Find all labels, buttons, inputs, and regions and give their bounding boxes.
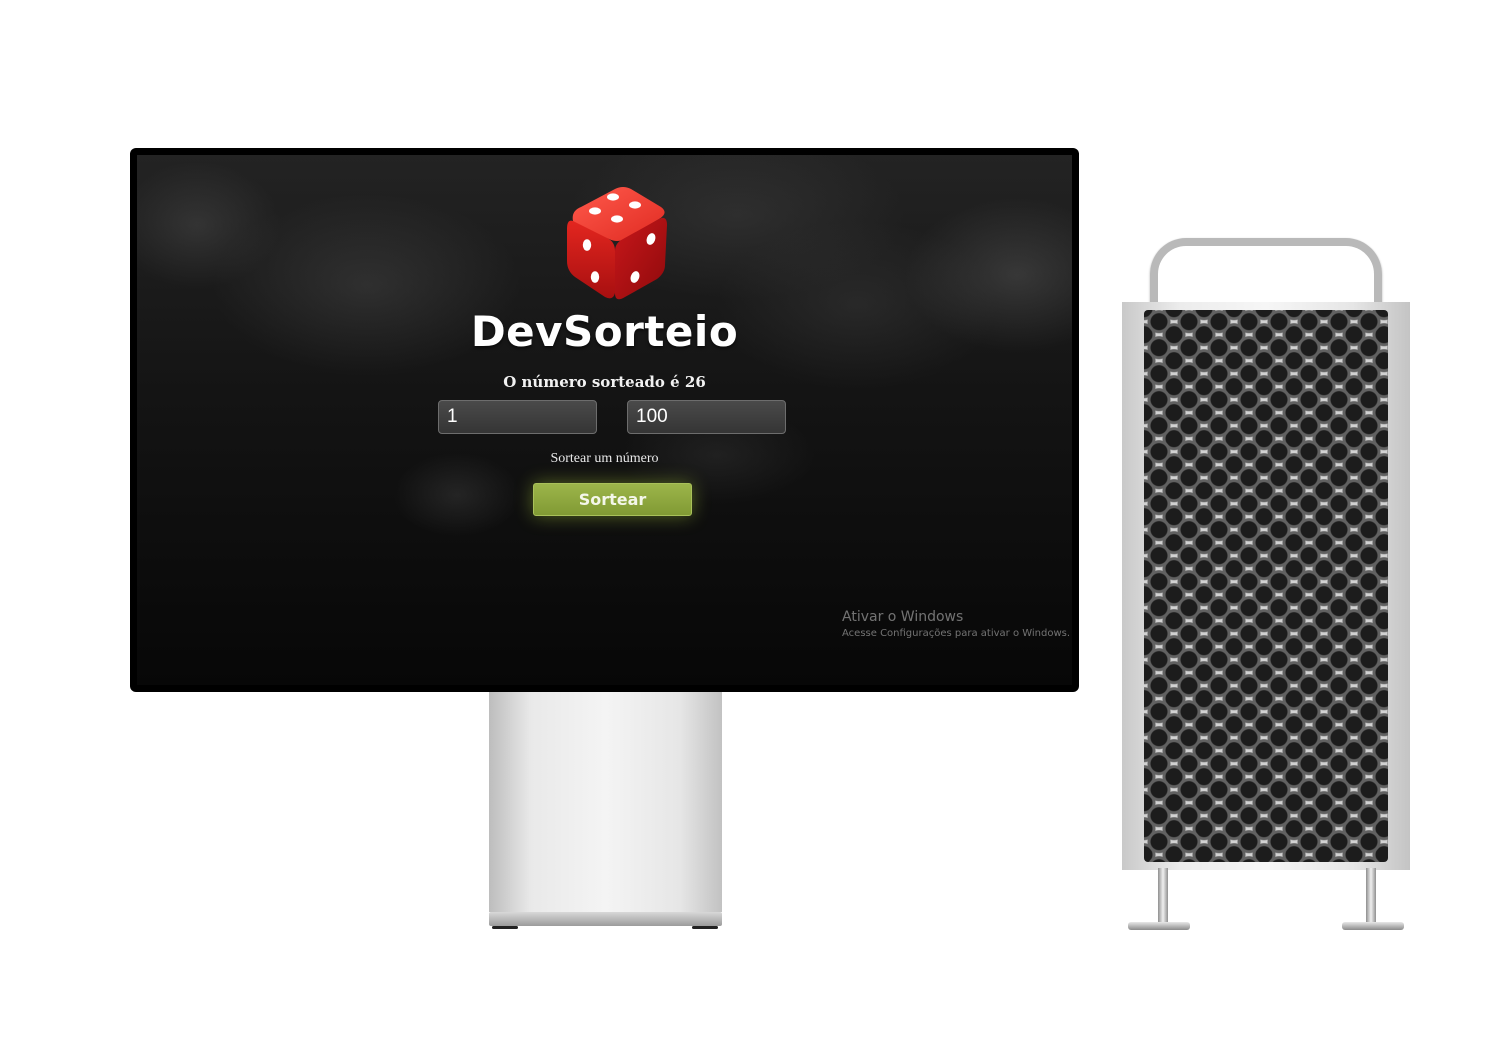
tower-leg-right bbox=[1366, 868, 1376, 924]
min-number-input[interactable] bbox=[438, 400, 597, 434]
stand-foot-left bbox=[492, 926, 518, 929]
computer-tower bbox=[1122, 302, 1410, 870]
draw-result-text: O número sorteado é 26 bbox=[503, 373, 706, 391]
instruction-label: Sortear um número bbox=[550, 451, 659, 466]
tower-grille bbox=[1144, 310, 1388, 862]
monitor-display: DevSorteio O número sorteado é 26 Sortea… bbox=[130, 148, 1079, 692]
tower-foot-left bbox=[1128, 922, 1190, 930]
activation-title: Ativar o Windows bbox=[842, 609, 964, 625]
activation-subtitle: Acesse Configurações para ativar o Windo… bbox=[842, 628, 1071, 639]
app-screen: DevSorteio O número sorteado é 26 Sortea… bbox=[137, 155, 1072, 685]
monitor-stand bbox=[489, 692, 722, 912]
app-title: DevSorteio bbox=[470, 307, 739, 356]
mockup-scene: DevSorteio O número sorteado é 26 Sortea… bbox=[0, 0, 1500, 1038]
stand-foot-right bbox=[692, 926, 718, 929]
windows-activation-watermark: Ativar o Windows Acesse Configurações pa… bbox=[842, 609, 1070, 639]
draw-button[interactable]: Sortear bbox=[533, 483, 692, 516]
max-number-input[interactable] bbox=[627, 400, 786, 434]
tower-foot-right bbox=[1342, 922, 1404, 930]
red-dice-icon bbox=[567, 187, 667, 300]
monitor-stand-base bbox=[489, 912, 722, 926]
tower-leg-left bbox=[1158, 868, 1168, 924]
